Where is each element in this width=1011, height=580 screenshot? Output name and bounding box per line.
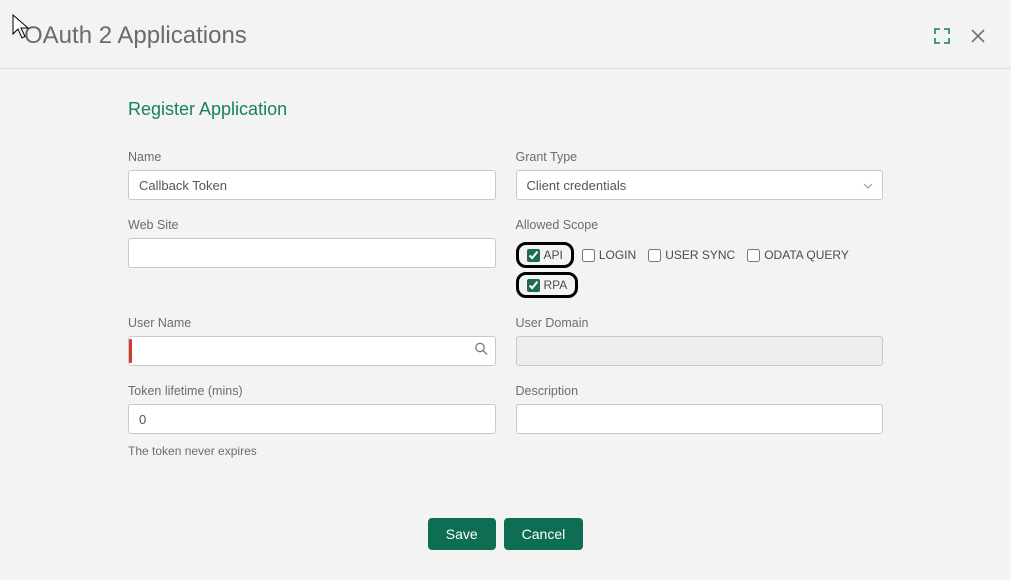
scope-checkbox[interactable] <box>747 249 760 262</box>
scope-api[interactable]: API <box>516 242 574 268</box>
description-input[interactable] <box>516 404 884 434</box>
scope-label: API <box>544 248 563 262</box>
scope-checkbox[interactable] <box>527 249 540 262</box>
scope-checkbox[interactable] <box>582 249 595 262</box>
scope-label: LOGIN <box>599 248 636 262</box>
name-label: Name <box>128 150 496 164</box>
token-lifetime-label: Token lifetime (mins) <box>128 384 496 398</box>
search-icon[interactable] <box>474 342 488 361</box>
allowed-scope-label: Allowed Scope <box>516 218 884 232</box>
user-domain-input <box>516 336 884 366</box>
expand-icon[interactable] <box>933 27 951 45</box>
scope-label: RPA <box>544 278 568 292</box>
dialog-header: OAuth 2 Applications <box>0 0 1011 69</box>
close-icon[interactable] <box>969 27 987 45</box>
scope-checkbox[interactable] <box>648 249 661 262</box>
form-body: Register Application Name Grant Type Web <box>0 69 1011 580</box>
scope-label: USER SYNC <box>665 248 735 262</box>
grant-type-label: Grant Type <box>516 150 884 164</box>
website-label: Web Site <box>128 218 496 232</box>
cancel-button[interactable]: Cancel <box>504 518 584 550</box>
scope-label: ODATA QUERY <box>764 248 849 262</box>
scope-odata-query[interactable]: ODATA QUERY <box>743 246 853 264</box>
form-subtitle: Register Application <box>128 99 883 120</box>
allowed-scope-group: API LOGIN USER SYNC ODATA QUERY RPA <box>516 242 884 298</box>
name-input[interactable] <box>128 170 496 200</box>
token-lifetime-input[interactable] <box>128 404 496 434</box>
page-title: OAuth 2 Applications <box>24 22 247 50</box>
grant-type-select[interactable] <box>516 170 884 200</box>
user-name-label: User Name <box>128 316 496 330</box>
user-name-input[interactable] <box>128 336 496 366</box>
scope-user-sync[interactable]: USER SYNC <box>644 246 739 264</box>
scope-login[interactable]: LOGIN <box>578 246 640 264</box>
save-button[interactable]: Save <box>428 518 496 550</box>
description-label: Description <box>516 384 884 398</box>
scope-rpa[interactable]: RPA <box>516 272 579 298</box>
user-domain-label: User Domain <box>516 316 884 330</box>
token-lifetime-helper: The token never expires <box>128 444 496 458</box>
required-indicator <box>129 339 132 363</box>
website-input[interactable] <box>128 238 496 268</box>
scope-checkbox[interactable] <box>527 279 540 292</box>
